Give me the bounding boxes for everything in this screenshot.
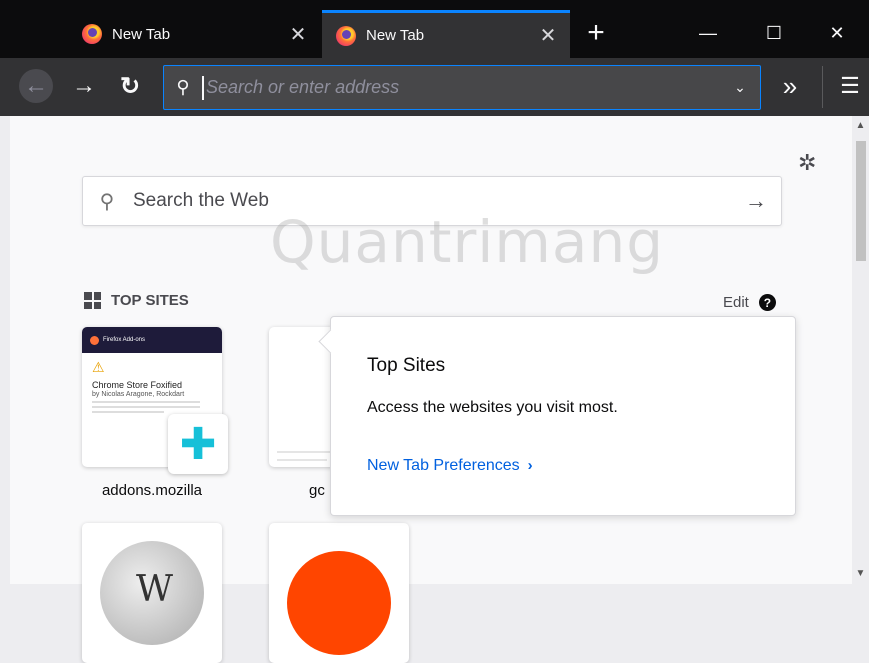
tile-label: addons.mozilla — [101, 482, 203, 499]
chevron-right-icon: › — [527, 457, 533, 474]
firefox-icon — [336, 25, 356, 46]
scroll-down-icon[interactable]: ▼ — [852, 568, 869, 579]
scroll-up-icon[interactable]: ▲ — [852, 120, 869, 131]
firefox-icon — [82, 24, 102, 44]
tab-1[interactable]: New Tab ✕ — [68, 10, 320, 58]
gear-icon[interactable]: ✲ — [798, 150, 816, 176]
window-close-button[interactable]: ✕ — [805, 12, 869, 54]
close-icon[interactable]: ✕ — [534, 23, 562, 48]
chevron-down-icon[interactable]: ⌄ — [720, 79, 760, 96]
reload-button[interactable]: ↻ — [112, 66, 148, 106]
popup-description: Access the websites you visit most. — [367, 399, 618, 416]
scrollbar-thumb[interactable] — [856, 141, 866, 261]
top-sites-heading: TOP SITES — [84, 292, 189, 309]
grid-icon — [84, 292, 101, 309]
forward-button[interactable]: → — [66, 66, 102, 106]
search-icon: ⚲ — [99, 190, 115, 213]
top-sites-info-popup: Top Sites Access the websites you visit … — [330, 316, 796, 516]
edit-label: Edit — [723, 294, 749, 311]
new-tab-preferences-link[interactable]: New Tab Preferences › — [367, 457, 533, 475]
maximize-button[interactable]: ☐ — [742, 12, 806, 54]
section-title: TOP SITES — [111, 292, 189, 309]
watermark-logo: Quantrimang — [270, 208, 665, 276]
preview-body: ⚠ Chrome Store Foxified by Nicolas Arago… — [82, 353, 222, 422]
arrow-left-icon: ← — [19, 69, 53, 103]
scrollbar[interactable]: ▲ ▼ — [852, 116, 869, 584]
tab-bar: New Tab ✕ New Tab ✕ + — ☐ ✕ — [0, 0, 869, 58]
back-button[interactable]: ← — [18, 66, 54, 106]
reddit-icon — [287, 551, 391, 655]
edit-top-sites[interactable]: Edit ? — [723, 294, 776, 311]
tab-title: New Tab — [366, 27, 425, 44]
preview-header: Firefox Add-ons — [82, 327, 222, 353]
top-site-tile-reddit[interactable] — [269, 523, 409, 663]
close-icon[interactable]: ✕ — [284, 22, 312, 47]
puzzle-icon: ✚ — [168, 414, 228, 474]
address-input[interactable] — [202, 75, 720, 100]
menu-button[interactable]: ☰ — [832, 66, 868, 106]
search-icon: ⚲ — [176, 77, 190, 97]
top-site-tile-wikipedia[interactable]: W — [82, 523, 222, 663]
address-bar[interactable]: ⚲ ⌄ — [163, 65, 761, 110]
tab-2-active[interactable]: New Tab ✕ — [322, 10, 570, 58]
new-tab-button[interactable]: + — [580, 12, 612, 54]
overflow-button[interactable]: » — [772, 66, 808, 106]
tab-title: New Tab — [112, 25, 171, 43]
wikipedia-globe-icon: W — [100, 541, 204, 645]
minimize-button[interactable]: — — [676, 12, 740, 54]
toolbar-separator — [822, 66, 823, 108]
help-icon[interactable]: ? — [758, 294, 776, 311]
arrow-right-icon[interactable]: → — [731, 188, 781, 214]
popup-title: Top Sites — [367, 355, 446, 376]
